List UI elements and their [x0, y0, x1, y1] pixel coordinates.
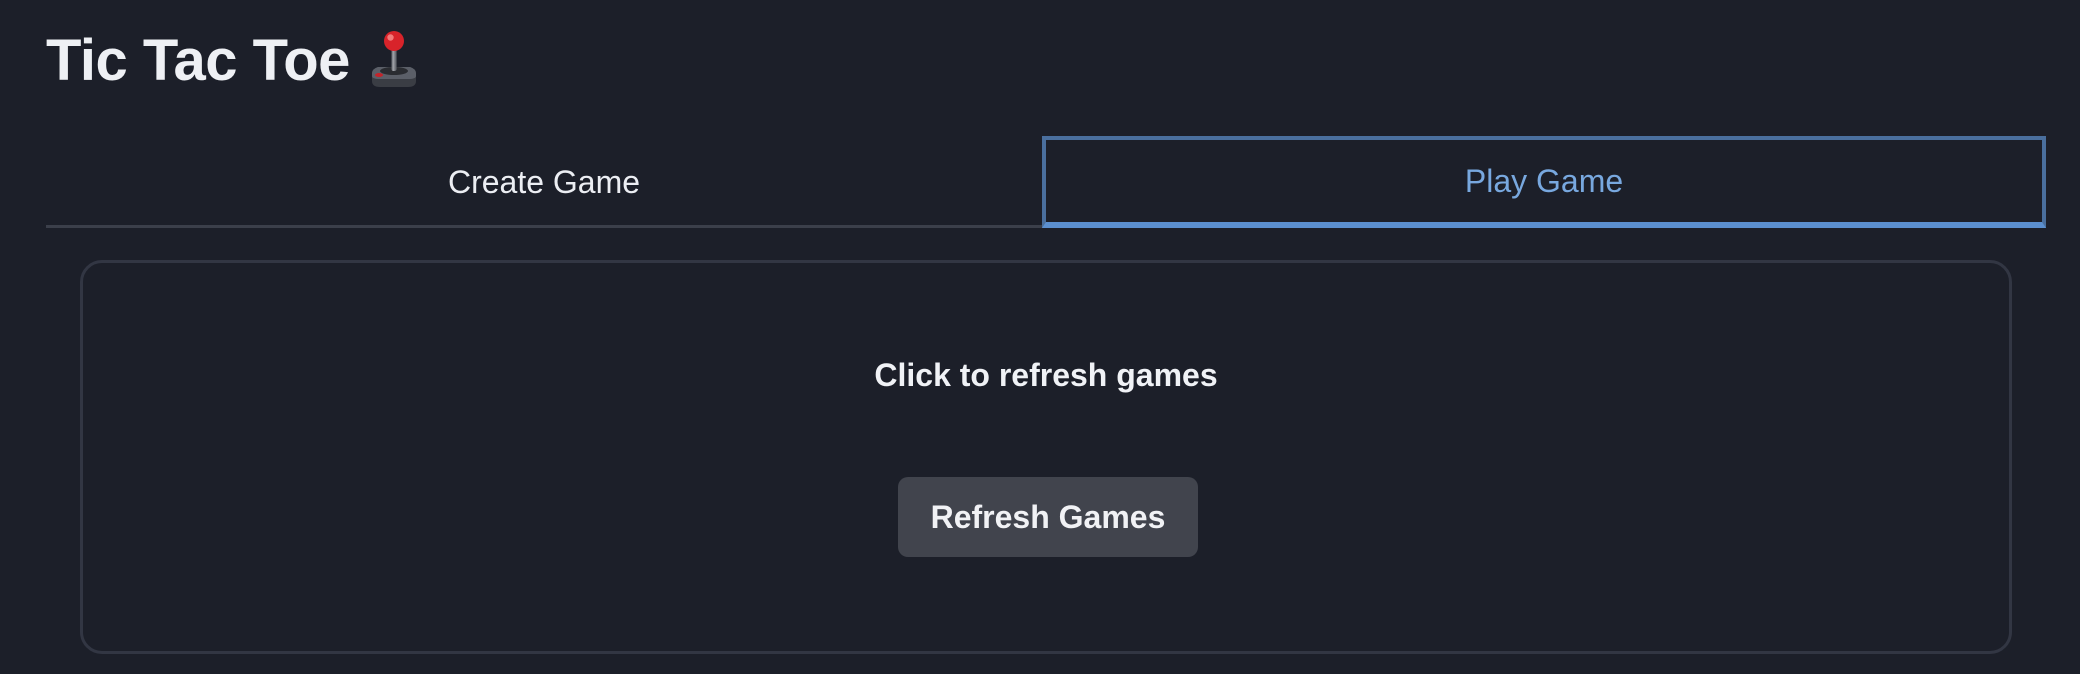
refresh-games-button[interactable]: Refresh Games	[898, 477, 1198, 557]
page-title: Tic Tac Toe	[46, 22, 420, 98]
app-root: Tic Tac Toe Create Game Play Game Click …	[0, 0, 2080, 674]
tab-play-game[interactable]: Play Game	[1042, 136, 2046, 228]
tab-bar: Create Game Play Game	[46, 136, 2046, 228]
tab-create-game-label: Create Game	[447, 163, 641, 200]
refresh-prompt-heading: Click to refresh games	[874, 357, 1218, 393]
tab-play-game-label: Play Game	[1464, 162, 1624, 199]
joystick-icon	[368, 29, 420, 91]
tab-create-game[interactable]: Create Game	[46, 136, 1042, 228]
page-title-text: Tic Tac Toe	[46, 27, 350, 93]
play-game-panel: Click to refresh games Refresh Games	[80, 260, 2012, 654]
